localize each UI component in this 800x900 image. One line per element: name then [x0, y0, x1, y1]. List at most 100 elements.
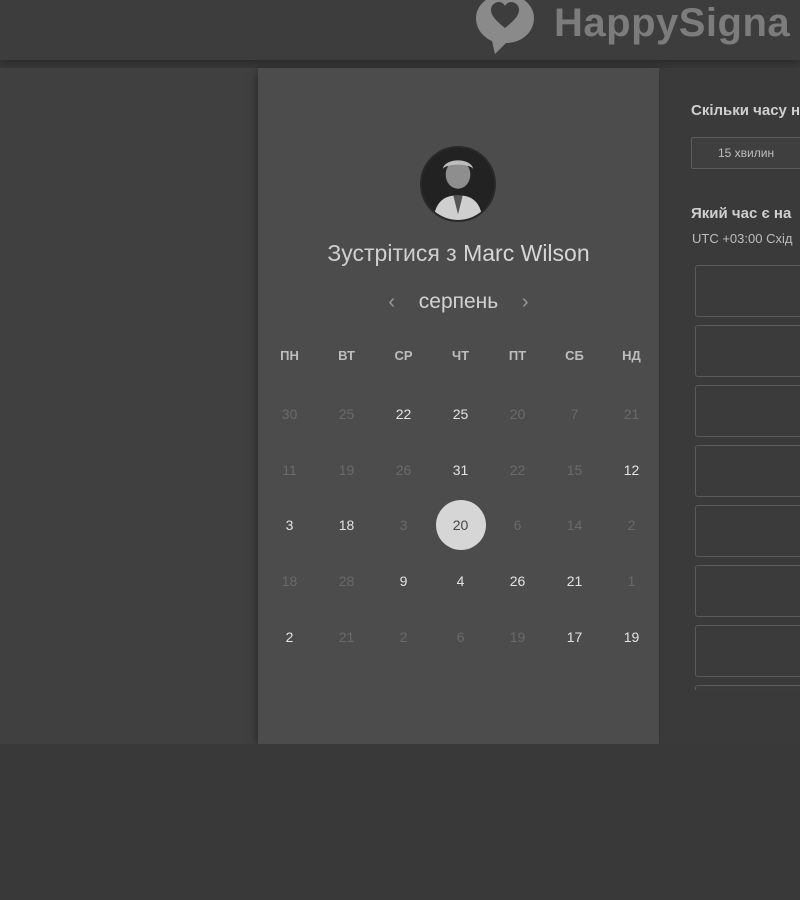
calendar-day: 6	[432, 609, 489, 665]
calendar-day-grid: 30 25 22 25 20 7 21 11 19 26 31 22 15 12 3 18 3 20 6 14 2 18 2…	[261, 386, 659, 664]
calendar-day-number: 18	[338, 517, 355, 534]
time-slot-button[interactable]	[695, 505, 800, 557]
calendar-day[interactable]: 18	[318, 497, 375, 553]
calendar-day-number: 12	[623, 461, 640, 478]
time-slot-list	[695, 265, 800, 690]
time-slot-button[interactable]	[695, 685, 800, 690]
meeting-title-prefix: Зустрітися з	[327, 240, 457, 266]
weekday-label: ВТ	[338, 348, 355, 363]
brand-name: HappySigna	[554, 0, 791, 45]
calendar-day: 21	[318, 609, 375, 665]
calendar-day: 15	[546, 442, 603, 498]
calendar-day-number: 26	[395, 461, 412, 478]
calendar-day-number: 2	[399, 628, 408, 645]
weekday-label: ЧТ	[451, 348, 470, 363]
calendar-day-number: 22	[395, 405, 412, 422]
calendar-day[interactable]: 25	[432, 386, 489, 442]
calendar-day[interactable]: 26	[489, 553, 546, 609]
calendar-day[interactable]: 9	[375, 553, 432, 609]
top-bar: HappySigna	[0, 0, 800, 60]
calendar-day-number: 6	[513, 517, 522, 534]
calendar-day: 7	[546, 386, 603, 442]
calendar-day-number: 20	[435, 500, 486, 551]
avatar-photo	[422, 148, 494, 220]
time-slot-button[interactable]	[695, 265, 800, 317]
calendar-day-number: 21	[566, 572, 583, 589]
calendar-day[interactable]: 3	[261, 497, 318, 553]
calendar-day-selected[interactable]: 20	[432, 497, 489, 553]
calendar-day: 1	[603, 553, 660, 609]
calendar-day[interactable]: 22	[375, 386, 432, 442]
calendar-day: 19	[489, 609, 546, 665]
page-footer-area	[0, 744, 800, 900]
calendar-day-number: 15	[566, 461, 583, 478]
calendar-day[interactable]: 31	[432, 442, 489, 498]
duration-select[interactable]: 15 хвилин	[691, 137, 800, 169]
calendar-day-number: 19	[623, 628, 640, 645]
chevron-left-icon[interactable]: ‹	[379, 291, 405, 314]
calendar-day: 2	[375, 609, 432, 665]
calendar-day-number: 3	[399, 517, 408, 534]
calendar-day: 6	[489, 497, 546, 553]
calendar-day: 25	[318, 386, 375, 442]
calendar-day-number: 31	[452, 461, 469, 478]
brand-logo[interactable]: HappySigna	[468, 0, 790, 58]
calendar-day-number: 25	[452, 405, 469, 422]
time-slot-button[interactable]	[695, 625, 800, 677]
calendar-day: 3	[375, 497, 432, 553]
calendar-day: 30	[261, 386, 318, 442]
calendar-day-number: 26	[509, 572, 526, 589]
calendar-day-number: 21	[623, 405, 640, 422]
calendar-day-number: 2	[627, 517, 636, 534]
calendar-day-number: 9	[399, 572, 408, 589]
calendar-day: 20	[489, 386, 546, 442]
calendar-day: 26	[375, 442, 432, 498]
host-avatar	[420, 146, 496, 222]
calendar-day-number: 14	[566, 517, 583, 534]
calendar-day[interactable]: 2	[261, 609, 318, 665]
calendar-day-number: 11	[282, 461, 297, 478]
time-slot-button[interactable]	[695, 325, 800, 377]
calendar-day: 14	[546, 497, 603, 553]
calendar-day[interactable]: 21	[546, 553, 603, 609]
calendar-day: 22	[489, 442, 546, 498]
calendar-day: 18	[261, 553, 318, 609]
meeting-title: Зустрітися з Marc Wilson	[258, 240, 659, 267]
weekday-label: ПТ	[508, 348, 527, 363]
calendar-day-number: 7	[570, 405, 579, 422]
calendar-day[interactable]: 4	[432, 553, 489, 609]
time-slot-button[interactable]	[695, 385, 800, 437]
month-navigation: ‹ серпень ›	[258, 286, 659, 318]
weekday-label: НД	[622, 348, 641, 363]
calendar-day: 28	[318, 553, 375, 609]
calendar-day-number: 30	[281, 405, 298, 422]
calendar-day-number: 17	[566, 628, 583, 645]
month-label: серпень	[418, 290, 499, 313]
time-slot-button[interactable]	[695, 565, 800, 617]
calendar-day-number: 22	[509, 461, 526, 478]
calendar-day-number: 18	[281, 572, 298, 589]
duration-value: 15 хвилин	[718, 146, 775, 160]
timezone-label[interactable]: UTC +03:00 Схід	[692, 231, 792, 246]
calendar-day-number: 2	[285, 628, 294, 645]
calendar-day-number: 21	[338, 628, 355, 645]
calendar-day[interactable]: 12	[603, 442, 660, 498]
calendar-day[interactable]: 17	[546, 609, 603, 665]
calendar-day[interactable]: 19	[603, 609, 660, 665]
calendar-day: 21	[603, 386, 660, 442]
calendar-day-number: 28	[338, 572, 355, 589]
chevron-right-icon[interactable]: ›	[512, 291, 538, 314]
time-slot-button[interactable]	[695, 445, 800, 497]
calendar-day-number: 1	[627, 572, 636, 589]
weekday-label: СР	[394, 348, 413, 363]
weekday-header: ПН ВТ СР ЧТ ПТ СБ НД	[261, 348, 659, 368]
host-name: Marc Wilson	[463, 240, 590, 266]
calendar-day: 11	[261, 442, 318, 498]
calendar-day-number: 25	[338, 405, 355, 422]
duration-question: Скільки часу н	[691, 102, 800, 119]
calendar-day-number: 20	[509, 405, 526, 422]
calendar-day-number: 19	[509, 628, 526, 645]
weekday-label: СБ	[565, 348, 584, 363]
speech-bubble-heart-icon	[476, 0, 534, 54]
calendar-day-number: 4	[456, 572, 465, 589]
